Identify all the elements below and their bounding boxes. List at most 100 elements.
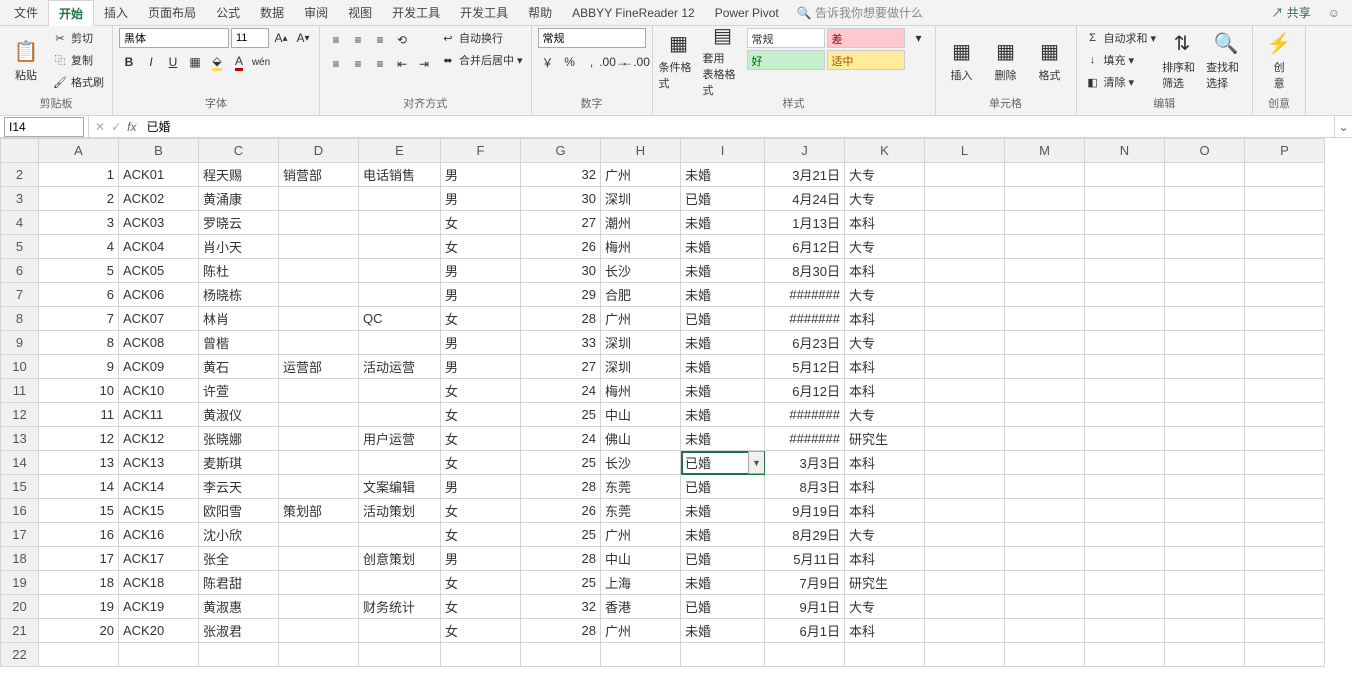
row-header[interactable]: 9	[1, 331, 39, 355]
styles-more-button[interactable]: ▾	[909, 28, 929, 48]
percent-button[interactable]: %	[560, 52, 580, 72]
increase-font-button[interactable]: A▴	[271, 28, 291, 48]
cell[interactable]: 本科	[845, 379, 925, 403]
cell[interactable]: 张全	[199, 547, 279, 571]
cell[interactable]: ACK16	[119, 523, 199, 547]
cell[interactable]: 已婚	[681, 595, 765, 619]
cell[interactable]: 15	[39, 499, 119, 523]
cell[interactable]: 28	[521, 547, 601, 571]
cell[interactable]: ACK08	[119, 331, 199, 355]
ideas-button[interactable]: ⚡创 意	[1259, 28, 1299, 92]
paste-button[interactable]: 📋 粘贴	[6, 28, 46, 92]
cell[interactable]: 25	[521, 451, 601, 475]
cell[interactable]: ACK09	[119, 355, 199, 379]
align-center-button[interactable]: ≡	[348, 54, 368, 74]
cell[interactable]	[279, 475, 359, 499]
delete-cells-button[interactable]: ▦删除	[986, 28, 1026, 92]
cell[interactable]	[1085, 307, 1165, 331]
cell[interactable]: 27	[521, 355, 601, 379]
cell[interactable]	[1165, 235, 1245, 259]
cell[interactable]: 陈君甜	[199, 571, 279, 595]
cell[interactable]	[1085, 547, 1165, 571]
row-header[interactable]: 14	[1, 451, 39, 475]
cell[interactable]	[1245, 331, 1325, 355]
row-header[interactable]: 13	[1, 427, 39, 451]
cell[interactable]: ACK20	[119, 619, 199, 643]
cell[interactable]	[1165, 595, 1245, 619]
cell[interactable]: 6月12日	[765, 379, 845, 403]
cell[interactable]: 28	[521, 307, 601, 331]
cell[interactable]	[359, 259, 441, 283]
cell[interactable]	[1085, 163, 1165, 187]
cell[interactable]: 广州	[601, 307, 681, 331]
cell[interactable]: 杨晓栋	[199, 283, 279, 307]
cell[interactable]: 25	[521, 403, 601, 427]
cell[interactable]: 女	[441, 211, 521, 235]
row-header[interactable]: 10	[1, 355, 39, 379]
wrap-text-button[interactable]: ↩自动换行	[438, 28, 525, 48]
cell[interactable]	[279, 619, 359, 643]
cancel-icon[interactable]: ✕	[95, 120, 105, 134]
cell[interactable]	[1005, 163, 1085, 187]
cell[interactable]	[279, 331, 359, 355]
tab-file[interactable]: 文件	[4, 0, 48, 25]
cell[interactable]: 已婚	[681, 547, 765, 571]
cell[interactable]	[925, 403, 1005, 427]
cell[interactable]	[1165, 187, 1245, 211]
cell[interactable]: ACK10	[119, 379, 199, 403]
cell[interactable]	[1005, 571, 1085, 595]
cell[interactable]	[1085, 259, 1165, 283]
column-header-F[interactable]: F	[441, 139, 521, 163]
cell[interactable]: 用户运营	[359, 427, 441, 451]
cell[interactable]: 女	[441, 403, 521, 427]
cell[interactable]	[441, 643, 521, 667]
format-painter-button[interactable]: 🖌格式刷	[50, 72, 106, 92]
cell[interactable]	[925, 235, 1005, 259]
clear-button[interactable]: ◧清除 ▾	[1083, 72, 1159, 92]
name-box[interactable]	[4, 117, 84, 137]
cell[interactable]: 6月12日	[765, 235, 845, 259]
align-left-button[interactable]: ≡	[326, 54, 346, 74]
tab-powerpivot[interactable]: Power Pivot	[705, 2, 789, 24]
cell[interactable]: 28	[521, 475, 601, 499]
cell[interactable]: 已婚▼	[681, 451, 765, 475]
conditional-format-button[interactable]: ▦条件格式	[659, 28, 699, 92]
row-header[interactable]: 20	[1, 595, 39, 619]
cell[interactable]	[359, 187, 441, 211]
cell[interactable]	[1005, 355, 1085, 379]
column-header-N[interactable]: N	[1085, 139, 1165, 163]
cell[interactable]	[1165, 451, 1245, 475]
cell[interactable]: 中山	[601, 403, 681, 427]
tab-home[interactable]: 开始	[48, 0, 94, 26]
cell[interactable]: ACK01	[119, 163, 199, 187]
phonetic-button[interactable]: wén	[251, 52, 271, 72]
cell[interactable]	[1165, 211, 1245, 235]
cell[interactable]	[1165, 307, 1245, 331]
cell[interactable]	[1005, 451, 1085, 475]
cell[interactable]	[925, 547, 1005, 571]
cell[interactable]	[279, 307, 359, 331]
cell[interactable]	[845, 643, 925, 667]
cell[interactable]: #######	[765, 427, 845, 451]
cell[interactable]	[1005, 619, 1085, 643]
cell[interactable]: 已婚	[681, 475, 765, 499]
cell[interactable]	[1245, 403, 1325, 427]
cell[interactable]	[1245, 571, 1325, 595]
cell[interactable]: 李云天	[199, 475, 279, 499]
border-button[interactable]: ▦	[185, 52, 205, 72]
cut-button[interactable]: ✂剪切	[50, 28, 106, 48]
expand-formula-bar[interactable]: ⌄	[1334, 116, 1352, 137]
cell[interactable]: 欧阳雪	[199, 499, 279, 523]
cell[interactable]	[1165, 547, 1245, 571]
cell[interactable]	[1245, 643, 1325, 667]
cell[interactable]	[925, 355, 1005, 379]
tab-insert[interactable]: 插入	[94, 0, 138, 25]
cell[interactable]	[1245, 307, 1325, 331]
style-bad[interactable]: 差	[827, 28, 905, 48]
cell[interactable]: ACK13	[119, 451, 199, 475]
cell[interactable]: 未婚	[681, 283, 765, 307]
cell[interactable]: 28	[521, 619, 601, 643]
cell[interactable]	[765, 643, 845, 667]
row-header[interactable]: 5	[1, 235, 39, 259]
cell[interactable]: 财务统计	[359, 595, 441, 619]
